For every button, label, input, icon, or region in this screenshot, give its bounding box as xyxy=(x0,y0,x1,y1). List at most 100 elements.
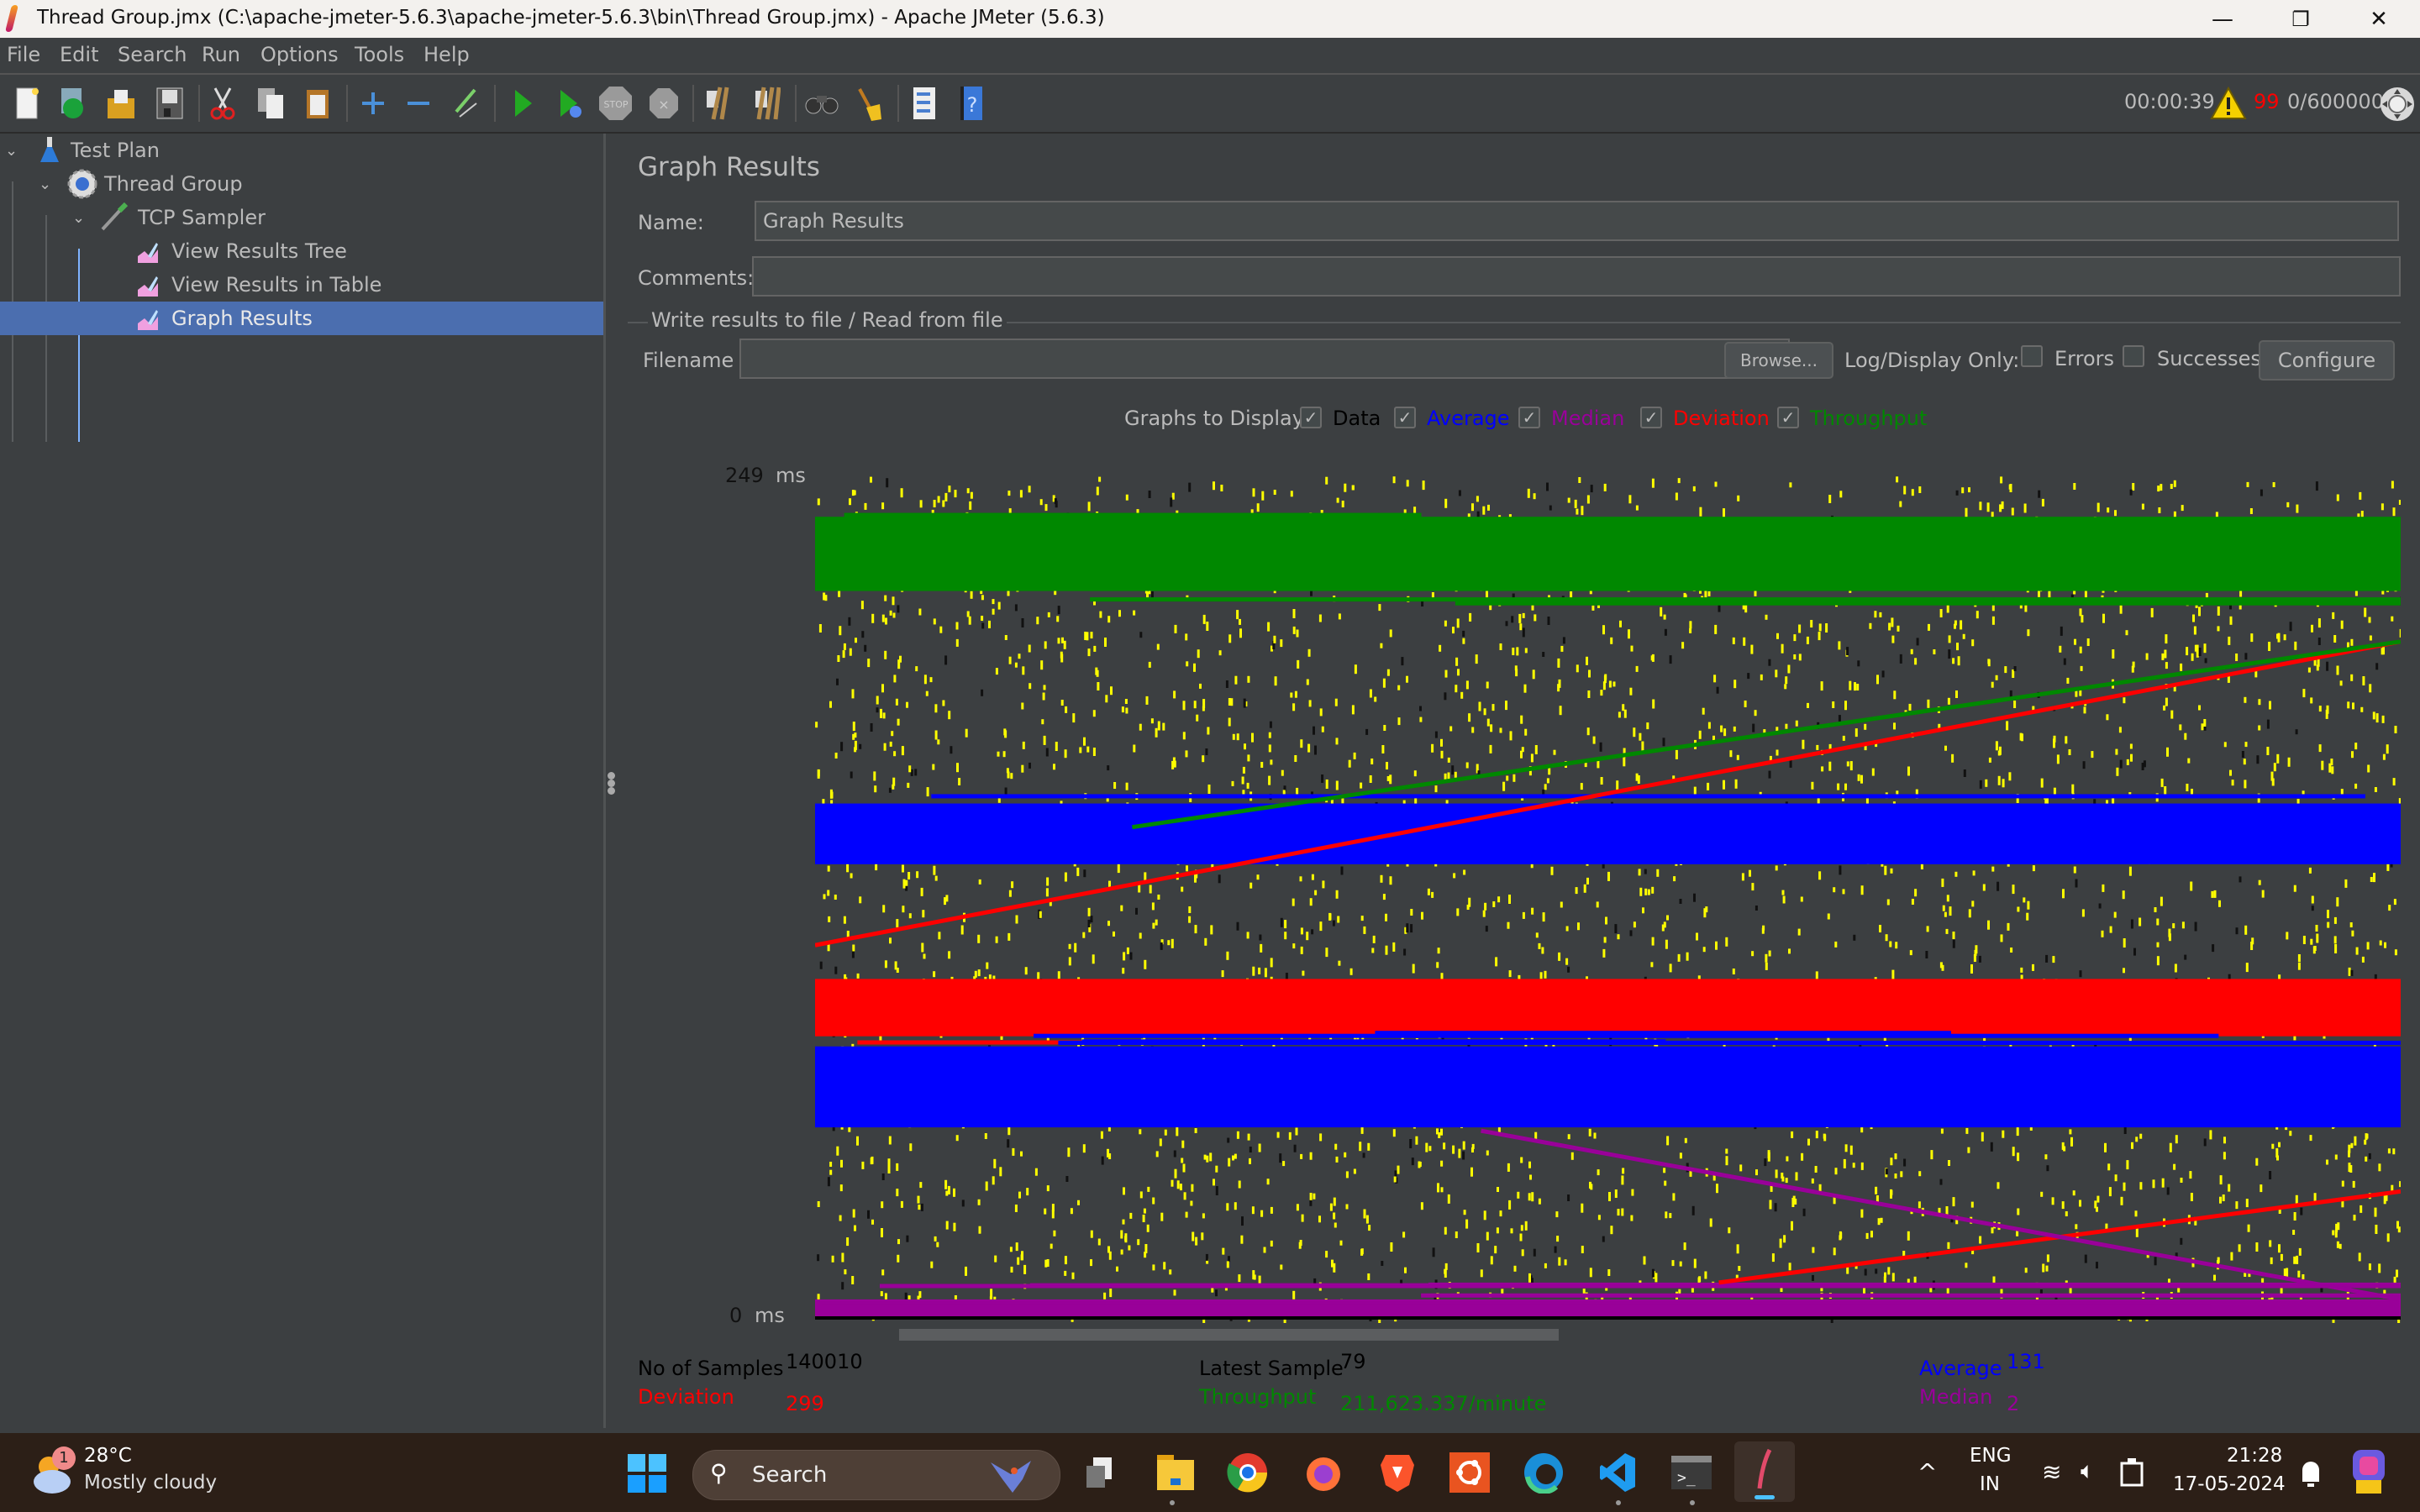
chevron-down-icon[interactable]: ⌄ xyxy=(39,176,51,193)
show-hidden-icons-chevron[interactable]: ^ xyxy=(1918,1458,1937,1486)
data-point xyxy=(2362,676,2365,685)
data-point xyxy=(2394,726,2397,733)
successes-checkbox[interactable] xyxy=(2123,345,2144,367)
start-icon[interactable] xyxy=(506,85,539,122)
edge-icon[interactable] xyxy=(1521,1450,1566,1495)
data-point xyxy=(1383,725,1386,731)
data-point xyxy=(1733,726,1736,732)
stop-icon[interactable]: STOP xyxy=(598,85,632,122)
browse-button[interactable]: Browse... xyxy=(1724,342,1833,379)
errors-checkbox[interactable] xyxy=(2021,345,2043,367)
data-checkbox[interactable]: ✓ xyxy=(1300,407,1322,428)
filename-input[interactable] xyxy=(739,339,1790,379)
data-point xyxy=(1432,1247,1435,1257)
data-point xyxy=(2349,1165,2353,1173)
open-icon[interactable] xyxy=(104,85,138,122)
comments-input[interactable] xyxy=(752,256,2401,297)
data-point xyxy=(1509,731,1512,741)
deviation-checkbox[interactable]: ✓ xyxy=(1640,407,1662,428)
minimize-button[interactable]: — xyxy=(2185,0,2260,38)
menu-options[interactable]: Options xyxy=(260,43,339,66)
tree-item-thread-group[interactable]: ⌄ Thread Group xyxy=(0,167,603,201)
ubuntu-icon[interactable] xyxy=(1447,1450,1492,1495)
close-button[interactable]: ✕ xyxy=(2341,0,2417,38)
function-helper-icon[interactable] xyxy=(908,85,941,122)
clear-all-icon[interactable] xyxy=(750,85,783,122)
search-icon[interactable] xyxy=(805,85,839,122)
clear-icon[interactable] xyxy=(701,85,734,122)
task-view-icon[interactable] xyxy=(1077,1450,1123,1495)
taskbar-search-box[interactable]: ⚲ Search xyxy=(692,1450,1060,1500)
menu-edit[interactable]: Edit xyxy=(60,43,98,66)
windows-start-icon[interactable] xyxy=(627,1453,667,1497)
data-point xyxy=(2059,645,2062,653)
data-point xyxy=(1107,1246,1110,1253)
data-point xyxy=(1365,1215,1369,1224)
data-point xyxy=(1519,1233,1523,1242)
input-language[interactable]: ENG xyxy=(1970,1445,2012,1467)
tree-item-tcp-sampler[interactable]: ⌄ TCP Sampler xyxy=(0,201,603,234)
jmeter-taskbar-button[interactable] xyxy=(1734,1441,1795,1502)
start-no-pause-icon[interactable] xyxy=(553,85,587,122)
menu-help[interactable]: Help xyxy=(424,43,470,66)
chrome-icon[interactable] xyxy=(1225,1450,1270,1495)
new-icon[interactable] xyxy=(10,85,44,122)
data-point xyxy=(2295,729,2298,735)
clock-date[interactable]: 17-05-2024 xyxy=(2173,1473,2286,1495)
brave-icon[interactable] xyxy=(1375,1450,1420,1495)
graph-horizontal-scrollbar[interactable] xyxy=(899,1329,1559,1341)
input-region[interactable]: IN xyxy=(1980,1473,2000,1495)
menu-tools[interactable]: Tools xyxy=(355,43,404,66)
menu-search[interactable]: Search xyxy=(118,43,187,66)
battery-icon[interactable] xyxy=(2119,1455,2144,1492)
file-explorer-icon[interactable] xyxy=(1153,1450,1198,1495)
data-point xyxy=(1776,633,1779,639)
do-not-disturb-icon[interactable] xyxy=(2299,1455,2323,1495)
throughput-checkbox[interactable]: ✓ xyxy=(1777,407,1799,428)
save-icon[interactable] xyxy=(153,85,187,122)
terminal-icon[interactable]: >_ xyxy=(1669,1450,1714,1495)
data-point xyxy=(1586,656,1588,665)
shutdown-icon[interactable]: × xyxy=(647,85,681,122)
configure-button[interactable]: Configure xyxy=(2259,340,2395,381)
warning-icon[interactable] xyxy=(2210,86,2247,123)
expand-all-icon[interactable] xyxy=(356,85,390,122)
toggle-icon[interactable] xyxy=(449,85,482,122)
reset-search-icon[interactable] xyxy=(852,85,886,122)
collapse-all-icon[interactable] xyxy=(402,85,435,122)
vscode-icon[interactable] xyxy=(1595,1450,1640,1495)
tree-item-test-plan[interactable]: ⌄ Test Plan xyxy=(0,134,603,167)
menu-file[interactable]: File xyxy=(7,43,40,66)
paste-icon[interactable] xyxy=(301,85,334,122)
data-point xyxy=(958,778,961,785)
data-point xyxy=(1751,883,1754,891)
data-point xyxy=(1704,1271,1707,1279)
restore-button[interactable]: ❐ xyxy=(2263,0,2338,38)
volume-icon[interactable]: 🔈︎ xyxy=(2081,1457,2095,1485)
help-icon[interactable]: ? xyxy=(955,85,988,122)
data-point xyxy=(2364,1139,2367,1145)
data-point xyxy=(883,743,886,751)
remote-engines-icon[interactable] xyxy=(2380,87,2415,125)
templates-icon[interactable] xyxy=(55,85,89,122)
firefox-icon[interactable] xyxy=(1301,1450,1346,1495)
name-input[interactable] xyxy=(755,201,2399,241)
data-point xyxy=(2366,942,2370,950)
data-point xyxy=(2061,1201,2065,1210)
median-checkbox[interactable]: ✓ xyxy=(1518,407,1540,428)
copy-icon[interactable] xyxy=(254,85,287,122)
chevron-down-icon[interactable]: ⌄ xyxy=(5,142,18,160)
menu-run[interactable]: Run xyxy=(202,43,240,66)
wifi-icon[interactable]: ≋ xyxy=(2042,1458,2061,1486)
tree-item-view-results-tree[interactable]: View Results Tree xyxy=(0,234,603,268)
data-point xyxy=(944,1179,948,1189)
tree-item-graph-results[interactable]: Graph Results xyxy=(0,302,603,335)
cut-icon[interactable] xyxy=(206,85,239,122)
data-point xyxy=(1492,901,1496,907)
average-checkbox[interactable]: ✓ xyxy=(1394,407,1416,428)
data-point xyxy=(1641,741,1644,751)
tree-item-view-results-in-table[interactable]: View Results in Table xyxy=(0,268,603,302)
clock-time[interactable]: 21:28 xyxy=(2227,1445,2282,1467)
copilot-icon[interactable] xyxy=(2348,1448,2390,1499)
chevron-down-icon[interactable]: ⌄ xyxy=(72,209,85,227)
